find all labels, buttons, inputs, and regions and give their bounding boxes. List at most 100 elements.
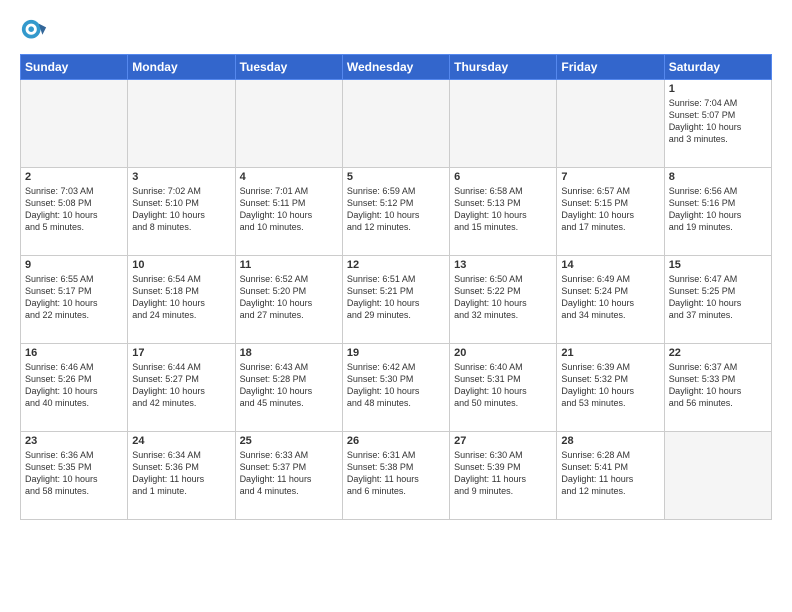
logo-icon <box>20 18 48 46</box>
day-number: 12 <box>347 259 445 271</box>
day-info: Sunrise: 6:44 AM Sunset: 5:27 PM Dayligh… <box>132 361 230 410</box>
calendar-cell: 12 Sunrise: 6:51 AM Sunset: 5:21 PM Dayli… <box>342 256 449 344</box>
day-info: Sunrise: 6:58 AM Sunset: 5:13 PM Dayligh… <box>454 185 552 234</box>
day-number: 20 <box>454 347 552 359</box>
day-info: Sunrise: 6:28 AM Sunset: 5:41 PM Dayligh… <box>561 449 659 498</box>
calendar-cell: 25 Sunrise: 6:33 AM Sunset: 5:37 PM Dayli… <box>235 432 342 520</box>
day-number: 2 <box>25 171 123 183</box>
day-info: Sunrise: 7:03 AM Sunset: 5:08 PM Dayligh… <box>25 185 123 234</box>
calendar-cell <box>235 80 342 168</box>
calendar-cell: 14Sunrise: 6:49 AM Sunset: 5:24 PM Dayli… <box>557 256 664 344</box>
day-number: 15 <box>669 259 767 271</box>
calendar: SundayMondayTuesdayWednesdayThursdayFrid… <box>20 54 772 520</box>
calendar-cell: 28 Sunrise: 6:28 AM Sunset: 5:41 PM Dayli… <box>557 432 664 520</box>
calendar-cell <box>664 432 771 520</box>
day-number: 27 <box>454 435 552 447</box>
day-info: Sunrise: 6:52 AM Sunset: 5:20 PM Dayligh… <box>240 273 338 322</box>
calendar-cell: 16 Sunrise: 6:46 AM Sunset: 5:26 PM Dayli… <box>21 344 128 432</box>
calendar-cell: 15 Sunrise: 6:47 AM Sunset: 5:25 PM Dayli… <box>664 256 771 344</box>
day-info: Sunrise: 6:31 AM Sunset: 5:38 PM Dayligh… <box>347 449 445 498</box>
day-number: 28 <box>561 435 659 447</box>
day-number: 24 <box>132 435 230 447</box>
day-info: Sunrise: 6:43 AM Sunset: 5:28 PM Dayligh… <box>240 361 338 410</box>
day-number: 14 <box>561 259 659 271</box>
day-number: 19 <box>347 347 445 359</box>
calendar-cell: 8 Sunrise: 6:56 AM Sunset: 5:16 PM Daylig… <box>664 168 771 256</box>
day-number: 17 <box>132 347 230 359</box>
calendar-cell: 11 Sunrise: 6:52 AM Sunset: 5:20 PM Dayli… <box>235 256 342 344</box>
calendar-header-saturday: Saturday <box>664 55 771 80</box>
calendar-cell: 2 Sunrise: 7:03 AM Sunset: 5:08 PM Daylig… <box>21 168 128 256</box>
day-number: 5 <box>347 171 445 183</box>
calendar-cell: 1 Sunrise: 7:04 AM Sunset: 5:07 PM Daylig… <box>664 80 771 168</box>
calendar-header-tuesday: Tuesday <box>235 55 342 80</box>
day-info: Sunrise: 6:34 AM Sunset: 5:36 PM Dayligh… <box>132 449 230 498</box>
calendar-week-5: 23Sunrise: 6:36 AM Sunset: 5:35 PM Dayli… <box>21 432 772 520</box>
calendar-week-2: 2 Sunrise: 7:03 AM Sunset: 5:08 PM Daylig… <box>21 168 772 256</box>
calendar-cell <box>342 80 449 168</box>
day-info: Sunrise: 6:47 AM Sunset: 5:25 PM Dayligh… <box>669 273 767 322</box>
day-info: Sunrise: 7:02 AM Sunset: 5:10 PM Dayligh… <box>132 185 230 234</box>
day-number: 25 <box>240 435 338 447</box>
day-info: Sunrise: 6:51 AM Sunset: 5:21 PM Dayligh… <box>347 273 445 322</box>
day-number: 8 <box>669 171 767 183</box>
day-number: 9 <box>25 259 123 271</box>
calendar-cell <box>450 80 557 168</box>
calendar-cell: 21 Sunrise: 6:39 AM Sunset: 5:32 PM Dayli… <box>557 344 664 432</box>
calendar-body: 1 Sunrise: 7:04 AM Sunset: 5:07 PM Daylig… <box>21 80 772 520</box>
day-number: 3 <box>132 171 230 183</box>
day-number: 21 <box>561 347 659 359</box>
day-number: 23 <box>25 435 123 447</box>
calendar-week-1: 1 Sunrise: 7:04 AM Sunset: 5:07 PM Daylig… <box>21 80 772 168</box>
day-info: Sunrise: 6:57 AM Sunset: 5:15 PM Dayligh… <box>561 185 659 234</box>
day-info: Sunrise: 6:40 AM Sunset: 5:31 PM Dayligh… <box>454 361 552 410</box>
day-number: 7 <box>561 171 659 183</box>
calendar-header-wednesday: Wednesday <box>342 55 449 80</box>
day-info: Sunrise: 6:59 AM Sunset: 5:12 PM Dayligh… <box>347 185 445 234</box>
calendar-cell: 9Sunrise: 6:55 AM Sunset: 5:17 PM Daylig… <box>21 256 128 344</box>
day-info: Sunrise: 6:33 AM Sunset: 5:37 PM Dayligh… <box>240 449 338 498</box>
day-number: 18 <box>240 347 338 359</box>
day-number: 6 <box>454 171 552 183</box>
calendar-cell: 17 Sunrise: 6:44 AM Sunset: 5:27 PM Dayli… <box>128 344 235 432</box>
calendar-cell <box>21 80 128 168</box>
calendar-week-3: 9Sunrise: 6:55 AM Sunset: 5:17 PM Daylig… <box>21 256 772 344</box>
day-number: 1 <box>669 83 767 95</box>
day-info: Sunrise: 6:46 AM Sunset: 5:26 PM Dayligh… <box>25 361 123 410</box>
day-info: Sunrise: 7:01 AM Sunset: 5:11 PM Dayligh… <box>240 185 338 234</box>
calendar-cell <box>128 80 235 168</box>
day-info: Sunrise: 6:56 AM Sunset: 5:16 PM Dayligh… <box>669 185 767 234</box>
day-info: Sunrise: 7:04 AM Sunset: 5:07 PM Dayligh… <box>669 97 767 146</box>
calendar-cell: 5 Sunrise: 6:59 AM Sunset: 5:12 PM Daylig… <box>342 168 449 256</box>
day-number: 11 <box>240 259 338 271</box>
day-number: 16 <box>25 347 123 359</box>
calendar-cell: 3 Sunrise: 7:02 AM Sunset: 5:10 PM Daylig… <box>128 168 235 256</box>
calendar-cell: 4 Sunrise: 7:01 AM Sunset: 5:11 PM Daylig… <box>235 168 342 256</box>
logo <box>20 18 52 46</box>
calendar-cell: 23Sunrise: 6:36 AM Sunset: 5:35 PM Dayli… <box>21 432 128 520</box>
calendar-cell: 19 Sunrise: 6:42 AM Sunset: 5:30 PM Dayli… <box>342 344 449 432</box>
calendar-header-friday: Friday <box>557 55 664 80</box>
day-info: Sunrise: 6:39 AM Sunset: 5:32 PM Dayligh… <box>561 361 659 410</box>
page-header <box>20 18 772 46</box>
calendar-cell: 27 Sunrise: 6:30 AM Sunset: 5:39 PM Dayli… <box>450 432 557 520</box>
calendar-cell: 20 Sunrise: 6:40 AM Sunset: 5:31 PM Dayli… <box>450 344 557 432</box>
day-info: Sunrise: 6:50 AM Sunset: 5:22 PM Dayligh… <box>454 273 552 322</box>
day-info: Sunrise: 6:42 AM Sunset: 5:30 PM Dayligh… <box>347 361 445 410</box>
calendar-cell: 26 Sunrise: 6:31 AM Sunset: 5:38 PM Dayli… <box>342 432 449 520</box>
calendar-header-sunday: Sunday <box>21 55 128 80</box>
day-number: 22 <box>669 347 767 359</box>
calendar-week-4: 16 Sunrise: 6:46 AM Sunset: 5:26 PM Dayli… <box>21 344 772 432</box>
calendar-cell <box>557 80 664 168</box>
day-number: 13 <box>454 259 552 271</box>
calendar-header-thursday: Thursday <box>450 55 557 80</box>
calendar-cell: 6 Sunrise: 6:58 AM Sunset: 5:13 PM Daylig… <box>450 168 557 256</box>
day-number: 26 <box>347 435 445 447</box>
day-info: Sunrise: 6:37 AM Sunset: 5:33 PM Dayligh… <box>669 361 767 410</box>
day-number: 4 <box>240 171 338 183</box>
calendar-cell: 7 Sunrise: 6:57 AM Sunset: 5:15 PM Daylig… <box>557 168 664 256</box>
day-info: Sunrise: 6:30 AM Sunset: 5:39 PM Dayligh… <box>454 449 552 498</box>
calendar-cell: 13 Sunrise: 6:50 AM Sunset: 5:22 PM Dayli… <box>450 256 557 344</box>
day-info: Sunrise: 6:54 AM Sunset: 5:18 PM Dayligh… <box>132 273 230 322</box>
calendar-header-monday: Monday <box>128 55 235 80</box>
